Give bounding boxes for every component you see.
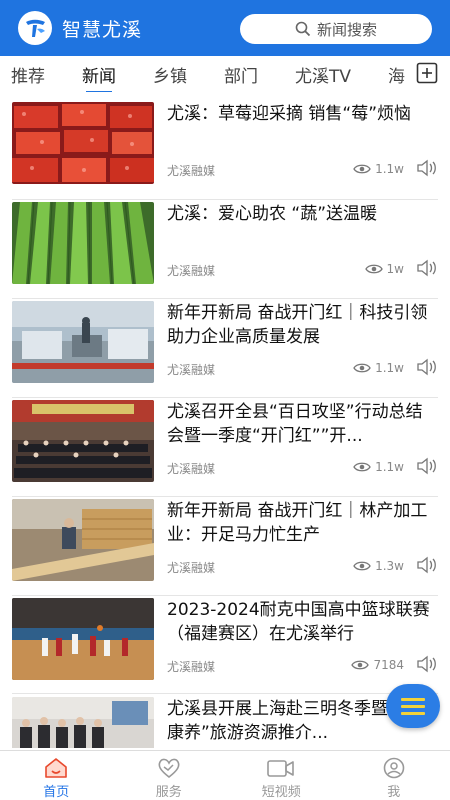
factory-workshop-photo — [12, 301, 154, 383]
news-item[interactable]: 新年开新局 奋战开门红｜科技引领 助力企业高质量发展 尤溪融媒 1.1w — [12, 301, 438, 391]
nav-label: 服务 — [155, 785, 182, 800]
eye-icon — [364, 264, 383, 274]
video-icon — [267, 760, 295, 777]
search-placeholder: 新闻搜索 — [316, 20, 377, 39]
speaker-icon — [417, 655, 436, 673]
plus-box-icon — [416, 62, 438, 84]
app-logo-icon — [18, 11, 52, 45]
view-count-value: 1w — [386, 262, 404, 276]
divider — [12, 298, 438, 299]
divider — [12, 693, 438, 694]
news-title: 尤溪：爱心助农 “蔬”送温暖 — [167, 204, 378, 224]
nav-services[interactable]: 服务 — [113, 751, 226, 800]
news-source: 尤溪融媒 — [167, 264, 216, 278]
view-count-value: 1.3w — [375, 559, 404, 573]
view-count-value: 1.1w — [375, 361, 404, 375]
read-aloud-button[interactable] — [416, 159, 438, 181]
tab-recommend[interactable]: 推荐 — [11, 62, 45, 87]
news-feed: 尤溪：草莓迎采摘 销售“莓”烦恼 尤溪融媒 1.1w 尤溪：爱心助农 “蔬”送温… — [0, 92, 450, 748]
tourism-meeting-photo — [12, 697, 154, 748]
bottom-navigation: 首页 服务 短视频 我 — [0, 750, 450, 800]
app-title: 智慧尤溪 — [62, 18, 143, 41]
wood-processing-photo — [12, 499, 154, 581]
menu-line — [401, 697, 425, 701]
divider — [12, 595, 438, 596]
read-aloud-button[interactable] — [416, 655, 438, 677]
news-source: 尤溪融媒 — [167, 660, 216, 674]
view-count: 7184 — [351, 658, 404, 672]
news-title: 新年开新局 奋战开门红｜科技引领 助力企业高质量发展 — [167, 303, 428, 347]
news-item[interactable]: 尤溪：爱心助农 “蔬”送温暖 尤溪融媒 1w — [12, 202, 438, 292]
speaker-icon — [417, 259, 436, 277]
tab-youxi-tv[interactable]: 尤溪TV — [295, 62, 351, 87]
divider — [12, 199, 438, 200]
search-input[interactable]: 新闻搜索 — [240, 14, 432, 44]
eye-icon — [353, 164, 371, 174]
vegetable-field-photo — [12, 202, 154, 284]
eye-icon — [353, 462, 371, 472]
tab-departments[interactable]: 部门 — [224, 62, 258, 87]
speaker-icon — [417, 358, 436, 376]
news-item[interactable]: 2023-2024耐克中国高中篮球联赛（福建赛区）在尤溪举行 尤溪融媒 7184 — [12, 598, 438, 688]
nav-label: 我 — [387, 785, 401, 800]
news-title: 尤溪：草莓迎采摘 销售“莓”烦恼 — [167, 104, 412, 124]
floating-menu-button[interactable] — [386, 684, 440, 728]
news-title: 新年开新局 奋战开门红｜林产加工业：开足马力忙生产 — [167, 501, 428, 545]
news-source: 尤溪融媒 — [167, 363, 216, 377]
divider — [12, 397, 438, 398]
home-icon — [45, 758, 68, 778]
news-item[interactable]: 尤溪：草莓迎采摘 销售“莓”烦恼 尤溪融媒 1.1w — [12, 102, 438, 192]
menu-line — [401, 711, 425, 715]
view-count-value: 1.1w — [375, 162, 404, 176]
app-header: 智慧尤溪 新闻搜索 — [0, 0, 450, 56]
eye-icon — [353, 561, 371, 571]
news-item[interactable]: 新年开新局 奋战开门红｜林产加工业：开足马力忙生产 尤溪融媒 1.3w — [12, 499, 438, 589]
nav-short-video[interactable]: 短视频 — [225, 751, 338, 800]
heart-icon — [158, 758, 180, 779]
news-title: 尤溪召开全县“百日攻坚”行动总结会暨一季度“开门红””开... — [167, 402, 423, 446]
nav-me[interactable]: 我 — [338, 751, 450, 800]
nav-home[interactable]: 首页 — [0, 751, 113, 800]
view-count-value: 7184 — [373, 658, 404, 672]
view-count: 1.3w — [353, 559, 404, 573]
menu-line — [401, 704, 425, 708]
view-count: 1w — [364, 262, 404, 276]
tab-hai[interactable]: 海 — [388, 62, 405, 87]
view-count-value: 1.1w — [375, 460, 404, 474]
speaker-icon — [417, 556, 436, 574]
tab-news[interactable]: 新闻 — [82, 62, 116, 92]
speaker-icon — [417, 159, 436, 177]
news-source: 尤溪融媒 — [167, 164, 216, 178]
read-aloud-button[interactable] — [416, 358, 438, 380]
read-aloud-button[interactable] — [416, 556, 438, 578]
eye-icon — [353, 363, 371, 373]
add-channel-button[interactable] — [416, 62, 438, 84]
tab-towns[interactable]: 乡镇 — [153, 62, 187, 87]
user-icon — [383, 757, 405, 779]
nav-label: 短视频 — [261, 785, 301, 800]
view-count: 1.1w — [353, 162, 404, 176]
conference-hall-photo — [12, 400, 154, 482]
speaker-icon — [417, 457, 436, 475]
divider — [12, 496, 438, 497]
news-item[interactable]: 尤溪召开全县“百日攻坚”行动总结会暨一季度“开门红””开... 尤溪融媒 1.1… — [12, 400, 438, 490]
view-count: 1.1w — [353, 460, 404, 474]
category-tabs: 推荐 新闻 乡镇 部门 尤溪TV 海 — [0, 56, 450, 92]
eye-icon — [351, 660, 370, 670]
read-aloud-button[interactable] — [416, 259, 438, 281]
nav-label: 首页 — [43, 785, 70, 800]
news-source: 尤溪融媒 — [167, 561, 216, 575]
news-title: 2023-2024耐克中国高中篮球联赛（福建赛区）在尤溪举行 — [167, 600, 430, 644]
news-source: 尤溪融媒 — [167, 462, 216, 476]
view-count: 1.1w — [353, 361, 404, 375]
strawberry-crates-photo — [12, 102, 154, 184]
basketball-game-photo — [12, 598, 154, 680]
read-aloud-button[interactable] — [416, 457, 438, 479]
news-item[interactable]: 尤溪县开展上海赴三明冬季暨”温泉康养”旅游资源推介... — [12, 697, 438, 748]
search-icon — [295, 21, 311, 37]
